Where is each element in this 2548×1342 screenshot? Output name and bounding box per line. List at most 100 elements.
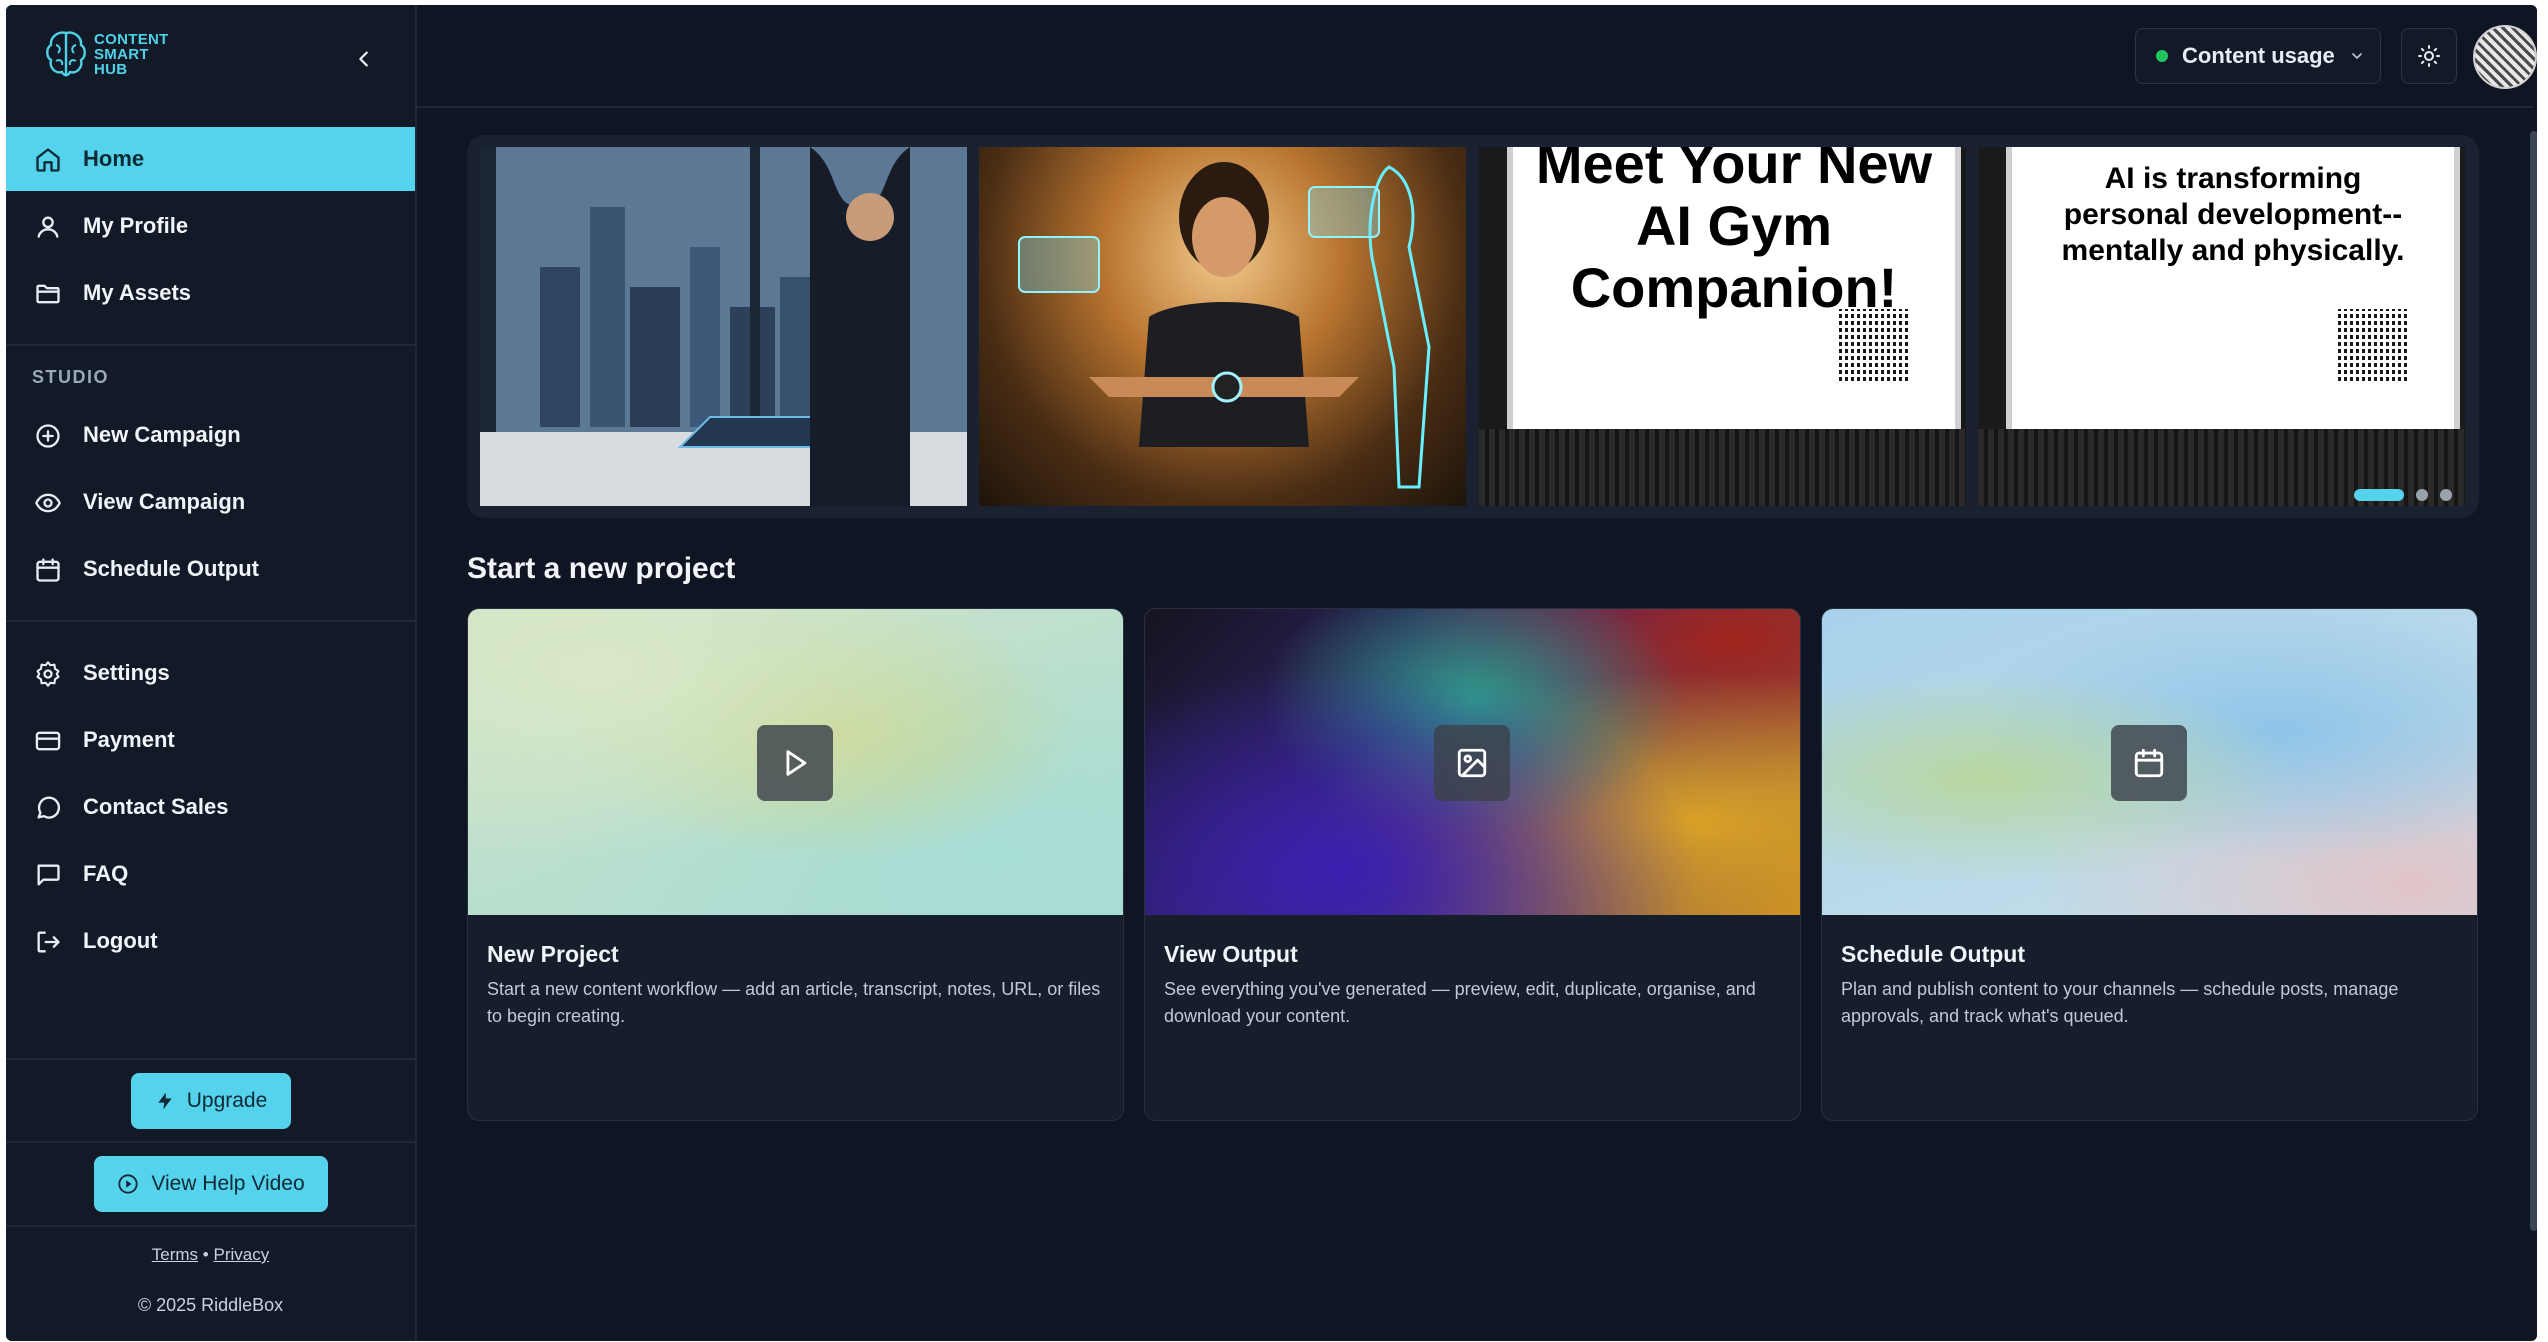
card-title: View Output: [1164, 941, 1298, 967]
sidebar-divider: [6, 620, 415, 622]
sidebar-item-view-campaign[interactable]: View Campaign: [6, 470, 415, 534]
brand-line-3: HUB: [94, 60, 128, 78]
sidebar: CONTENT SMART HUB Home My Profile My Ass…: [6, 5, 417, 1341]
card-icon-box: [2111, 725, 2187, 801]
eye-icon: [32, 487, 64, 519]
folder-icon: [32, 278, 64, 310]
gear-icon: [32, 658, 64, 690]
card-title: Schedule Output: [1841, 941, 2025, 967]
sidebar-item-label: Contact Sales: [83, 794, 229, 819]
home-icon: [32, 144, 64, 176]
plus-circle-icon: [32, 420, 64, 452]
view-output-card[interactable]: View Output See everything you've genera…: [1144, 608, 1801, 1121]
card-title: New Project: [487, 941, 619, 967]
copyright-text: © 2025 RiddleBox: [137, 1295, 284, 1315]
theme-toggle-button[interactable]: [2401, 28, 2457, 84]
content-usage-dropdown[interactable]: Content usage: [2135, 28, 2381, 84]
play-circle-icon: [118, 1174, 138, 1194]
qr-code-icon: [2338, 309, 2410, 381]
card-description: See everything you've generated — previe…: [1164, 979, 1756, 1026]
chevron-left-icon: [359, 51, 368, 67]
carousel-slide-billboard-development: AI is transforming personal development-…: [1978, 147, 2465, 506]
sidebar-item-faq[interactable]: FAQ: [6, 842, 415, 906]
sidebar-divider: [6, 1141, 415, 1143]
status-dot: [2156, 50, 2168, 62]
sidebar-item-label: Home: [83, 146, 145, 171]
sidebar-divider: [6, 1058, 415, 1060]
lightning-icon: [158, 1092, 172, 1110]
sidebar-item-settings[interactable]: Settings: [6, 641, 415, 705]
carousel-slide-business: [480, 147, 967, 506]
sidebar-item-schedule-output[interactable]: Schedule Output: [6, 537, 415, 601]
carousel-dot-1[interactable]: [2354, 489, 2404, 501]
sidebar-item-new-campaign[interactable]: New Campaign: [6, 403, 415, 467]
sidebar-item-label: FAQ: [83, 861, 129, 886]
logout-icon: [32, 926, 64, 958]
sun-icon: [2418, 45, 2440, 67]
privacy-link[interactable]: Privacy: [213, 1245, 269, 1264]
brand-wordmark: CONTENT SMART HUB: [94, 32, 169, 77]
sidebar-item-label: View Campaign: [83, 489, 246, 514]
app-window: CONTENT SMART HUB Home My Profile My Ass…: [6, 5, 2537, 1341]
billboard: Meet Your New AI Gym Companion!: [1507, 147, 1961, 435]
carousel-dot-2[interactable]: [2416, 489, 2428, 501]
carousel-slide-fitness: [979, 147, 1466, 506]
billboard-text: AI is transforming personal development-…: [2061, 162, 2405, 267]
sidebar-item-my-assets[interactable]: My Assets: [6, 261, 415, 325]
sidebar-item-label: Schedule Output: [83, 556, 259, 581]
legal-links: Terms • Privacy: [6, 1245, 415, 1265]
schedule-output-card[interactable]: Schedule Output Plan and publish content…: [1821, 608, 2478, 1121]
new-project-card[interactable]: New Project Start a new content workflow…: [467, 608, 1124, 1121]
billboard-base: [1479, 429, 1966, 506]
collapse-sidebar-button[interactable]: [346, 41, 382, 77]
qr-code-icon: [1839, 309, 1911, 381]
sidebar-item-label: Payment: [83, 727, 175, 752]
billboard-text: Meet Your New AI Gym Companion!: [1535, 147, 1933, 319]
chevron-down-icon: [2351, 53, 2362, 60]
message-square-icon: [32, 859, 64, 891]
sidebar-item-label: Logout: [83, 928, 158, 953]
carousel-slide-billboard-gym: Meet Your New AI Gym Companion!: [1479, 147, 1966, 506]
upgrade-button[interactable]: Upgrade: [131, 1073, 291, 1129]
user-icon: [32, 211, 64, 243]
studio-section-label: STUDIO: [32, 367, 110, 387]
image-icon: [1457, 748, 1487, 778]
brand-logo[interactable]: CONTENT SMART HUB: [44, 29, 169, 79]
sidebar-item-logout[interactable]: Logout: [6, 909, 415, 973]
chat-bubble-icon: [32, 792, 64, 824]
fitness-hologram-illustration: [1018, 162, 1431, 489]
sidebar-item-my-profile[interactable]: My Profile: [6, 194, 415, 258]
sidebar-item-label: My Assets: [83, 280, 192, 305]
city-office-illustration: [480, 147, 967, 506]
brand-line-2: SMART: [94, 45, 149, 63]
scrollbar-thumb[interactable]: [2530, 131, 2537, 1231]
terms-link[interactable]: Terms: [152, 1245, 198, 1264]
sidebar-item-label: Settings: [83, 660, 170, 685]
view-help-video-button[interactable]: View Help Video: [94, 1156, 328, 1212]
sidebar-item-contact-sales[interactable]: Contact Sales: [6, 775, 415, 839]
carousel-dot-3[interactable]: [2440, 489, 2452, 501]
sidebar-item-label: My Profile: [83, 213, 189, 238]
hero-carousel[interactable]: Meet Your New AI Gym Companion! AI is tr…: [467, 135, 2479, 518]
card-icon-box: [757, 725, 833, 801]
sidebar-divider: [6, 1225, 415, 1227]
card-icon-box: [1434, 725, 1510, 801]
content-usage-label: Content usage: [2182, 43, 2335, 68]
link-separator: •: [202, 1245, 209, 1264]
upgrade-label: Upgrade: [186, 1089, 268, 1112]
section-title: Start a new project: [467, 552, 736, 585]
top-header: Content usage: [417, 5, 2537, 108]
sidebar-divider: [6, 344, 415, 346]
brain-icon: [46, 31, 86, 77]
card-description: Start a new content workflow — add an ar…: [487, 979, 1101, 1026]
credit-card-icon: [32, 725, 64, 757]
help-video-label: View Help Video: [151, 1172, 305, 1195]
carousel-indicators: [2354, 489, 2452, 501]
card-description: Plan and publish content to your channel…: [1841, 979, 2399, 1026]
billboard: AI is transforming personal development-…: [2006, 147, 2460, 435]
sidebar-item-payment[interactable]: Payment: [6, 708, 415, 772]
brand-line-1: CONTENT: [94, 30, 169, 48]
play-icon: [786, 750, 807, 776]
sidebar-item-home[interactable]: Home: [6, 127, 415, 191]
avatar[interactable]: [2473, 25, 2537, 89]
